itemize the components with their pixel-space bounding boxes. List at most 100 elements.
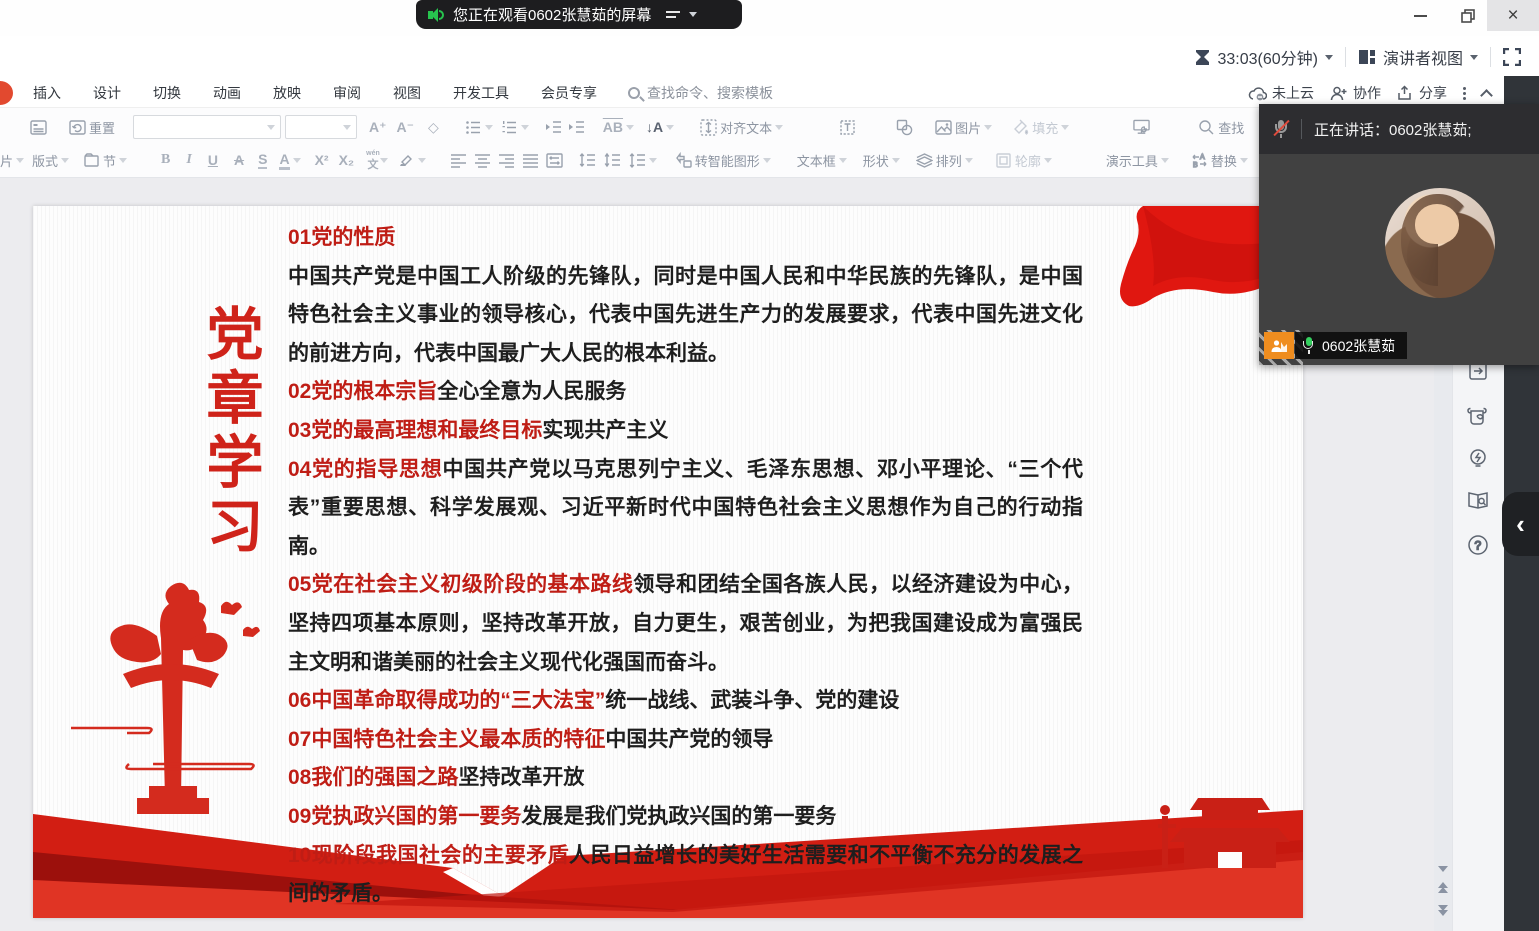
slide-layout-icon-button[interactable] — [30, 119, 47, 136]
shadow-button[interactable]: S — [258, 151, 267, 169]
subscript-button[interactable]: X₂ — [339, 152, 355, 168]
find-button[interactable]: 查找 — [1198, 118, 1244, 137]
reader-pane-icon[interactable] — [1466, 488, 1490, 512]
slide-paragraph: 10现阶段我国社会的主要矛盾人民日益增长的美好生活需要和不平衡不充分的发展之间的… — [288, 837, 1083, 914]
align-left-button[interactable] — [450, 152, 467, 169]
ribbon-tab[interactable]: 动画 — [213, 83, 241, 103]
ribbon-tab[interactable]: 开发工具 — [453, 83, 509, 103]
more-options-icon[interactable] — [1463, 87, 1466, 100]
ribbon-tab[interactable]: 设计 — [93, 83, 121, 103]
ribbon-tab[interactable]: 会员专享 — [541, 83, 597, 103]
inspiration-pane-icon[interactable] — [1466, 446, 1490, 470]
italic-button[interactable]: I — [186, 152, 191, 168]
slide-heading: 04党的指导思想 — [288, 458, 442, 481]
screen: 您正在观看0602张慧茹的屏幕 × 33:03(60分钟) — [0, 0, 1539, 931]
caret-icon — [666, 125, 674, 130]
phonetic-top-label: wén — [366, 150, 380, 157]
view-mode-control[interactable]: 演讲者视图 — [1358, 45, 1478, 69]
picture-button[interactable]: 图片 — [935, 118, 992, 137]
presenter-tools-label: 演示工具 — [1106, 151, 1158, 170]
ribbon-tab[interactable]: 切换 — [153, 83, 181, 103]
phonetic-guide-button[interactable]: wén 文 — [366, 150, 380, 171]
font-name-combo[interactable] — [133, 115, 281, 139]
highlight-button[interactable] — [398, 152, 426, 169]
slide-paragraph: 04党的指导思想中国共产党以马克思列宁主义、毛泽东思想、邓小平理论、“三个代表”… — [288, 451, 1083, 567]
numbered-list-button[interactable] — [501, 119, 529, 136]
bold-button[interactable]: B — [161, 152, 170, 168]
shapes-button[interactable]: 形状 — [863, 151, 900, 170]
text-direction-button[interactable]: ↓A — [646, 119, 674, 135]
hourglass-icon — [1195, 49, 1210, 66]
align-right-button[interactable] — [498, 152, 515, 169]
command-search[interactable]: 查找命令、搜索模板 — [628, 78, 773, 108]
clear-format-button[interactable]: ◇ — [428, 119, 439, 136]
arrange-button[interactable]: 排列 — [916, 151, 973, 170]
collaborate-button[interactable]: 协作 — [1330, 83, 1381, 103]
decrease-font-button[interactable]: A⁻ — [397, 119, 415, 136]
ribbon-tab[interactable]: 插入 — [33, 83, 61, 103]
cloud-status[interactable]: 未上云 — [1248, 83, 1314, 103]
align-text-button[interactable]: 对齐文本 — [700, 118, 783, 137]
watch-banner[interactable]: 您正在观看0602张慧茹的屏幕 — [416, 0, 742, 29]
collapse-ribbon-icon[interactable] — [1480, 89, 1493, 102]
wps-home-tab-icon[interactable] — [0, 81, 13, 105]
timer-control[interactable]: 33:03(60分钟) — [1195, 45, 1333, 69]
strikethrough-button[interactable]: A — [234, 152, 244, 168]
fill-button: 填充 — [1012, 118, 1069, 137]
increase-font-button[interactable]: A⁺ — [369, 119, 387, 136]
chevron-left-icon: ‹ — [1516, 509, 1525, 540]
banner-menu-icon[interactable] — [666, 11, 680, 18]
underline-button[interactable]: U — [208, 152, 218, 168]
svg-text:A: A — [1200, 154, 1205, 161]
replace-button[interactable]: AB 替换 — [1191, 151, 1248, 170]
font-size-combo[interactable] — [285, 115, 357, 139]
slide-heading: 08我们的强国之路 — [288, 766, 458, 789]
distribute-button[interactable] — [546, 152, 563, 169]
previous-slide-icon[interactable] — [1438, 887, 1448, 893]
char-direction-button[interactable]: AB — [603, 119, 634, 135]
layout-button[interactable]: 版式 — [32, 151, 69, 170]
presenter-bar: 33:03(60分钟) 演讲者视图 — [0, 36, 1539, 78]
align-center-button[interactable] — [474, 152, 491, 169]
close-button[interactable]: × — [1487, 0, 1539, 31]
phonetic-label: 文 — [367, 160, 378, 171]
section-button[interactable]: 节 — [83, 151, 127, 170]
spacing-options-button[interactable] — [629, 152, 657, 169]
share-button[interactable]: 分享 — [1397, 83, 1447, 103]
caret-icon — [892, 158, 900, 163]
superscript-button[interactable]: X² — [315, 152, 329, 168]
resource-pane-icon[interactable] — [1466, 404, 1490, 428]
font-color-button[interactable]: A — [279, 151, 300, 170]
paragraph-spacing-button[interactable] — [604, 152, 621, 169]
textbox-button[interactable]: 文本框 — [797, 151, 847, 170]
caret-icon — [521, 125, 529, 130]
ribbon-tab[interactable]: 放映 — [273, 83, 301, 103]
smart-graphic-button[interactable]: 转智能图形 — [675, 151, 771, 170]
ribbon-tab[interactable]: 审阅 — [333, 83, 361, 103]
justify-button[interactable] — [522, 152, 539, 169]
restore-icon — [1461, 9, 1475, 23]
bullet-list-button[interactable] — [465, 119, 493, 136]
fullscreen-button[interactable] — [1503, 48, 1521, 66]
help-pane-icon[interactable]: ? — [1466, 533, 1490, 557]
reset-button[interactable]: 重置 — [69, 118, 115, 137]
slide-canvas[interactable]: 党章学习 — [33, 206, 1303, 918]
presenter-tools-button[interactable]: 演示工具 — [1106, 151, 1169, 170]
expand-panel-tab[interactable]: ‹ — [1502, 492, 1539, 556]
line-spacing-button[interactable] — [579, 152, 596, 169]
textbox-icon — [839, 119, 856, 136]
video-call-panel[interactable]: 正在讲话：0602张慧茹; 0602张慧茹 — [1259, 104, 1539, 365]
minimize-button[interactable] — [1400, 0, 1440, 31]
restore-button[interactable] — [1448, 0, 1488, 31]
presenter-tools-icon — [1133, 119, 1150, 136]
decrease-indent-button[interactable] — [545, 119, 562, 136]
gate-building-graphic — [1158, 776, 1303, 881]
next-slide-icon[interactable] — [1438, 910, 1448, 916]
scroll-down-icon[interactable] — [1438, 866, 1448, 872]
new-slide-button[interactable]: 片 — [0, 151, 24, 170]
mic-muted-icon[interactable] — [1273, 119, 1289, 139]
increase-indent-button[interactable] — [568, 119, 585, 136]
outline-button: 轮廓 — [995, 151, 1052, 170]
banner-caret-icon[interactable] — [689, 12, 697, 17]
ribbon-tab[interactable]: 视图 — [393, 83, 421, 103]
